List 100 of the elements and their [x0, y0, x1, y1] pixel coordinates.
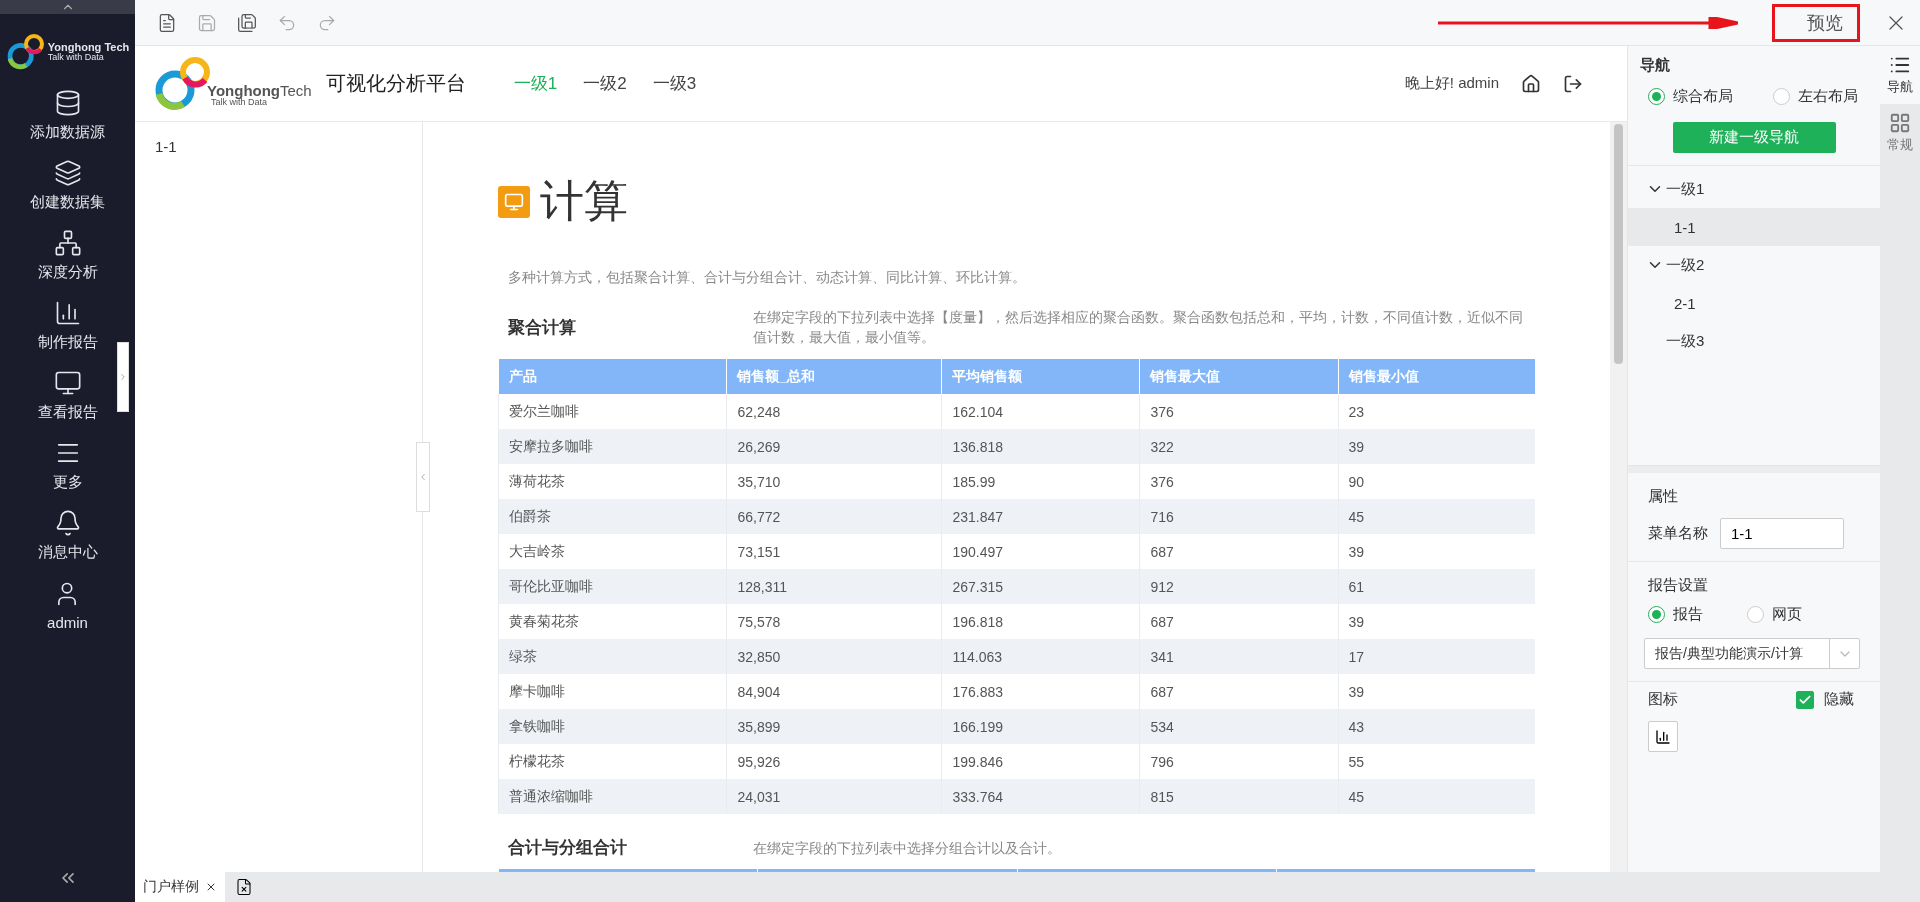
table-cell: 伯爵茶 [498, 499, 727, 534]
column-header: 销售最小值 [1338, 359, 1535, 394]
table-cell: 55 [1338, 744, 1535, 779]
table-cell: 912 [1140, 569, 1338, 604]
page-title: 计算 [540, 175, 628, 227]
logo-name: YonghongTech [207, 82, 312, 98]
collapse-handle[interactable] [117, 342, 129, 412]
report-type-radio[interactable]: 网页 [1747, 605, 1802, 624]
layout-radio[interactable]: 综合布局 [1648, 87, 1733, 106]
table-cell: 114.063 [941, 639, 1140, 674]
save-as-icon[interactable] [237, 12, 257, 33]
sidebar-item[interactable]: 深度分析 [37, 220, 98, 290]
sidebar-item[interactable]: 查看报告 [37, 360, 98, 430]
new-file-icon[interactable] [157, 12, 177, 33]
section-description: 在绑定字段的下拉列表中选择【度量】，然后选择相应的聚合函数。聚合函数包括总和，平均，计数，不同值计数，近似不同值计数，最大值，最小值等。 [753, 308, 1524, 347]
sidebar-item[interactable]: 制作报告 [37, 290, 98, 360]
column-header: 销售额_总和 [727, 359, 942, 394]
table-cell: 绿茶 [498, 639, 727, 674]
platform-title: 可视化分析平台 [325, 71, 466, 96]
column-header: 平均销售额 [941, 359, 1140, 394]
close-icon[interactable] [205, 881, 217, 893]
section-label: 属性 [1648, 487, 1679, 506]
tree-item[interactable]: 一级1 [1628, 170, 1880, 208]
table-cell: 大吉岭茶 [498, 534, 727, 569]
section-title: 合计与分组合计 [507, 837, 628, 859]
table-cell: 26,269 [727, 429, 942, 464]
table-cell: 162.104 [941, 394, 1140, 429]
table-cell: 23 [1338, 394, 1535, 429]
table-cell: 66,772 [727, 499, 942, 534]
table-cell: 75,578 [727, 604, 942, 639]
table-cell: 45 [1338, 499, 1535, 534]
report-path-select[interactable]: 报告/典型功能演示/计算 [1644, 638, 1860, 669]
table-cell: 73,151 [727, 534, 942, 569]
table-cell: 39 [1338, 604, 1535, 639]
document-tab[interactable]: 门户样例 [135, 872, 225, 902]
table-cell: 35,899 [727, 709, 942, 744]
sidebar-item[interactable]: 更多 [52, 430, 83, 500]
table-cell: 32,850 [727, 639, 942, 674]
preview-button[interactable]: 预览 [1772, 3, 1860, 42]
logo-tagline: Talk with Data [211, 97, 268, 107]
nav-item[interactable]: 一级2 [583, 72, 627, 95]
logout-icon[interactable] [1563, 73, 1583, 94]
tree-item[interactable]: 一级3 [1628, 322, 1880, 360]
table-cell: 185.99 [941, 464, 1140, 499]
table-cell: 376 [1140, 394, 1338, 429]
layout-radio[interactable]: 左右布局 [1773, 87, 1858, 106]
tree-item[interactable]: 2-1 [1628, 284, 1880, 322]
table-cell: 哥伦比亚咖啡 [498, 569, 727, 604]
network-icon [53, 228, 82, 257]
report-type-radio[interactable]: 报告 [1648, 605, 1703, 624]
sidebar-item[interactable]: 创建数据集 [30, 150, 105, 220]
table-cell: 166.199 [941, 709, 1140, 744]
table-cell: 534 [1140, 709, 1338, 744]
section-description: 在绑定字段的下拉列表中选择分组合计以及合计。 [753, 838, 1062, 858]
icon-picker-button[interactable] [1648, 721, 1678, 752]
collapse-handle[interactable] [416, 442, 430, 512]
table-cell: 322 [1140, 429, 1338, 464]
table-cell: 84,904 [727, 674, 942, 709]
column-header: 产品 [498, 359, 727, 394]
grid-icon [1889, 112, 1911, 134]
bar-chart-icon [1655, 728, 1671, 745]
logo-icon [5, 32, 46, 72]
table-cell: 薄荷花茶 [498, 464, 727, 499]
menu-name-field[interactable]: 1-1 [1720, 518, 1844, 549]
table-cell: 199.846 [941, 744, 1140, 779]
table-cell: 687 [1140, 534, 1338, 569]
nav-item[interactable]: 一级3 [652, 72, 697, 95]
table-cell: 815 [1140, 779, 1338, 814]
menu-item[interactable]: 1-1 [155, 138, 177, 155]
table-cell: 安摩拉多咖啡 [498, 429, 727, 464]
table-cell: 267.315 [941, 569, 1140, 604]
column-header: 销售最大值 [1140, 359, 1338, 394]
table-cell: 176.883 [941, 674, 1140, 709]
greeting: 晚上好! admin [1404, 74, 1499, 93]
side-tab[interactable]: 导航 [1880, 46, 1920, 104]
table-cell: 190.497 [941, 534, 1140, 569]
side-tab[interactable]: 常规 [1880, 104, 1920, 162]
sidebar-item[interactable]: admin [47, 570, 88, 640]
tree-item[interactable]: 一级2 [1628, 246, 1880, 284]
logo-name: Yonghong Tech [47, 42, 130, 53]
home-icon[interactable] [1521, 73, 1541, 94]
table-cell: 333.764 [941, 779, 1140, 814]
table-cell: 普通浓缩咖啡 [498, 779, 727, 814]
tree-item[interactable]: 1-1 [1628, 208, 1880, 246]
panel-title: 导航 [1639, 55, 1671, 75]
table-cell: 43 [1338, 709, 1535, 744]
hide-checkbox[interactable]: 隐藏 [1796, 690, 1854, 709]
table-cell: 35,710 [727, 464, 942, 499]
section-label: 报告设置 [1648, 576, 1709, 595]
table-cell: 爱尔兰咖啡 [498, 394, 727, 429]
sidebar-item[interactable]: 消息中心 [37, 500, 98, 570]
table-cell: 687 [1140, 604, 1338, 639]
file-icon[interactable] [235, 878, 253, 896]
table-cell: 39 [1338, 534, 1535, 569]
sidebar-item[interactable]: 添加数据源 [30, 80, 105, 150]
table-cell: 拿铁咖啡 [498, 709, 727, 744]
table-cell: 17 [1338, 639, 1535, 674]
table-cell: 687 [1140, 674, 1338, 709]
scrollbar[interactable] [1610, 122, 1627, 872]
table-cell: 62,248 [727, 394, 942, 429]
